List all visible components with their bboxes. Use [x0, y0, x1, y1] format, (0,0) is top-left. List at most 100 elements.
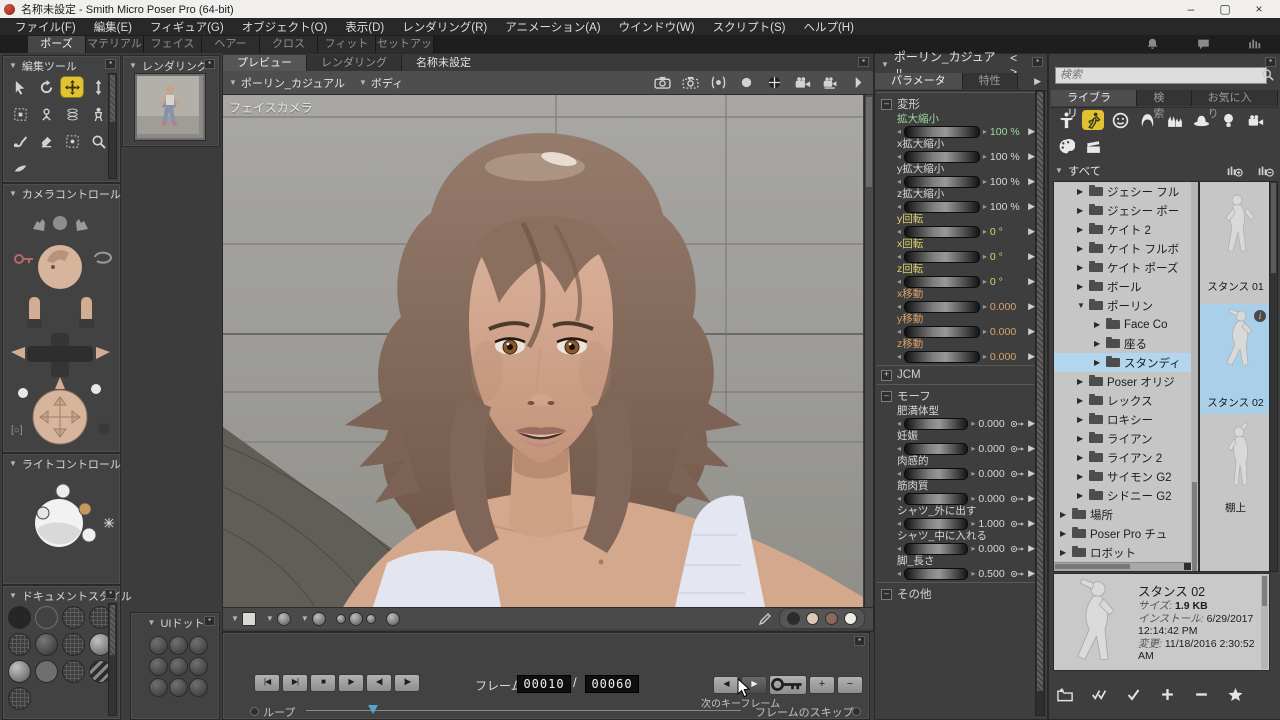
parameter-slider[interactable] — [904, 418, 968, 430]
collapse-triangle-icon[interactable]: ▼ — [9, 189, 17, 198]
collapse-triangle-icon[interactable]: ▼ — [881, 60, 889, 69]
menu-フィギュア[interactable]: フィギュア(G) — [141, 19, 233, 35]
parameter-menu-arrow-icon[interactable]: ▶ — [1028, 351, 1035, 362]
doc-style-9[interactable] — [8, 660, 31, 683]
tree-item-Face Co[interactable]: ▶Face Co — [1054, 315, 1198, 334]
library-tab-検索[interactable]: 検索 — [1137, 90, 1191, 106]
doc-style-13[interactable] — [8, 687, 31, 710]
tree-item-座る[interactable]: ▶座る — [1054, 334, 1198, 353]
parameter-menu-arrow-icon[interactable]: ▶ — [1028, 518, 1035, 529]
parameter-value[interactable]: 100 % — [990, 176, 1025, 188]
slider-decrement-icon[interactable]: ◂ — [897, 444, 901, 453]
frame-skip-dot[interactable] — [852, 707, 861, 716]
dial-icon[interactable] — [1011, 570, 1025, 578]
bg-color-dot-1[interactable] — [787, 612, 800, 625]
parameter-value[interactable]: 100 % — [990, 151, 1025, 163]
slider-decrement-icon[interactable]: ◂ — [897, 127, 901, 136]
parameter-menu-arrow-icon[interactable]: ▶ — [1028, 201, 1035, 212]
tree-item-ケイト 2[interactable]: ▶ケイト 2 — [1054, 220, 1198, 239]
twist-tool[interactable] — [61, 104, 83, 124]
hands-mini-icon[interactable] — [33, 216, 88, 231]
total-frames-field[interactable]: 00060 — [585, 675, 639, 693]
document-style-scrollbar[interactable] — [108, 603, 117, 716]
menu-オブジェクト[interactable]: オブジェクト(O) — [233, 19, 337, 35]
chevron-right-icon[interactable] — [850, 76, 867, 89]
doc-style-2[interactable] — [35, 606, 58, 629]
parameter-slider[interactable] — [904, 251, 980, 263]
parameter-slider[interactable] — [904, 226, 980, 238]
slider-increment-icon[interactable]: ▸ — [983, 352, 987, 361]
slider-decrement-icon[interactable]: ◂ — [897, 302, 901, 311]
library-books-icon[interactable] — [1247, 37, 1262, 51]
add-library-icon[interactable] — [1226, 164, 1243, 177]
globe-cross-icon[interactable] — [766, 76, 783, 89]
tree-item-場所[interactable]: ▶場所 — [1054, 505, 1198, 524]
translate-tool[interactable] — [61, 77, 83, 97]
edit-keyframes-button[interactable] — [769, 675, 807, 695]
menu-スクリプト[interactable]: スクリプト(S) — [704, 19, 795, 35]
plus-icon[interactable] — [1159, 687, 1176, 702]
tree-item-ライアン 2[interactable]: ▶ライアン 2 — [1054, 448, 1198, 467]
ui-dot-8[interactable] — [169, 678, 188, 697]
scale-tool[interactable] — [9, 104, 31, 124]
doc-style-7[interactable] — [62, 633, 85, 656]
slider-increment-icon[interactable]: ▸ — [971, 419, 975, 428]
section-toggle-icon[interactable]: – — [881, 99, 892, 110]
room-tab-クロス[interactable]: クロス — [260, 36, 318, 53]
poses-icon[interactable] — [1082, 110, 1104, 130]
chat-icon[interactable] — [1196, 37, 1211, 51]
tree-expand-icon[interactable]: ▶ — [1077, 282, 1085, 291]
slider-increment-icon[interactable]: ▸ — [983, 252, 987, 261]
slider-increment-icon[interactable]: ▸ — [983, 127, 987, 136]
panel-menu-icon[interactable]: ▪ — [204, 59, 215, 69]
tree-item-ケイト フルボ[interactable]: ▶ケイト フルボ — [1054, 239, 1198, 258]
parameter-value[interactable]: 0.000 — [990, 326, 1025, 338]
minus-icon[interactable] — [1193, 687, 1210, 702]
prev-keyframe-button[interactable]: ◀ — [713, 676, 739, 694]
dial-icon[interactable] — [1011, 420, 1025, 428]
color-tool[interactable] — [35, 131, 57, 151]
tree-expand-icon[interactable]: ▶ — [1060, 548, 1068, 557]
room-tab-ヘアー[interactable]: ヘアー — [202, 36, 260, 53]
props-icon[interactable] — [1190, 110, 1212, 130]
star-icon[interactable] — [1227, 687, 1244, 702]
scene-3d-view[interactable]: フェイスカメラ — [223, 95, 863, 607]
library-item-スタンス 02[interactable]: iスタンス 02 — [1200, 304, 1271, 414]
doc-style-11[interactable] — [62, 660, 85, 683]
grouping-tool[interactable] — [87, 104, 109, 124]
tab-render[interactable]: レンダリング — [307, 55, 402, 71]
trackball-icon[interactable] — [18, 384, 110, 444]
panel-menu-icon[interactable]: ▪ — [854, 636, 865, 646]
tree-item-シドニー G2[interactable]: ▶シドニー G2 — [1054, 486, 1198, 505]
light-1-handle[interactable] — [56, 484, 70, 498]
slider-increment-icon[interactable]: ▸ — [983, 327, 987, 336]
slider-decrement-icon[interactable]: ◂ — [897, 177, 901, 186]
edit-tools-scrollbar[interactable] — [108, 73, 117, 179]
room-tab-セットアップ[interactable]: セットアップ — [376, 36, 434, 53]
direct-manipulation-tool[interactable] — [61, 131, 83, 151]
panel-menu-icon[interactable]: ▪ — [1032, 57, 1043, 67]
actor-dropdown[interactable]: ▼ ボディ — [359, 75, 403, 91]
lights-icon[interactable] — [1217, 110, 1239, 130]
remove-library-icon[interactable] — [1257, 164, 1274, 177]
tree-item-スタンディ[interactable]: ▶スタンディ — [1054, 353, 1198, 372]
parameter-menu-arrow-icon[interactable]: ▶ — [1028, 176, 1035, 187]
menu-レンダリング[interactable]: レンダリング(R) — [393, 19, 496, 35]
tree-item-Poser オリジ[interactable]: ▶Poser オリジ — [1054, 372, 1198, 391]
tree-scrollbar-horizontal[interactable] — [1054, 562, 1191, 571]
collapse-triangle-icon[interactable]: ▼ — [9, 591, 17, 600]
ui-dot-6[interactable] — [189, 657, 208, 676]
tree-expand-icon[interactable]: ▶ — [1094, 358, 1102, 367]
tree-item-ジェシー フル[interactable]: ▶ジェシー フル — [1054, 182, 1198, 201]
room-tab-マテリアル[interactable]: マテリアル — [86, 36, 144, 53]
tree-scrollbar-vertical[interactable] — [1191, 182, 1198, 563]
panel-menu-icon[interactable]: ▪ — [105, 59, 116, 69]
tree-expand-icon[interactable]: ▶ — [1077, 415, 1085, 424]
room-tab-フィット[interactable]: フィット — [318, 36, 376, 53]
parameter-slider[interactable] — [904, 568, 968, 580]
parameter-value[interactable]: 0.000 — [978, 443, 1008, 455]
slider-decrement-icon[interactable]: ◂ — [897, 202, 901, 211]
doc-style-1[interactable] — [8, 606, 31, 629]
menu-表示[interactable]: 表示(D) — [336, 19, 393, 35]
slider-decrement-icon[interactable]: ◂ — [897, 327, 901, 336]
